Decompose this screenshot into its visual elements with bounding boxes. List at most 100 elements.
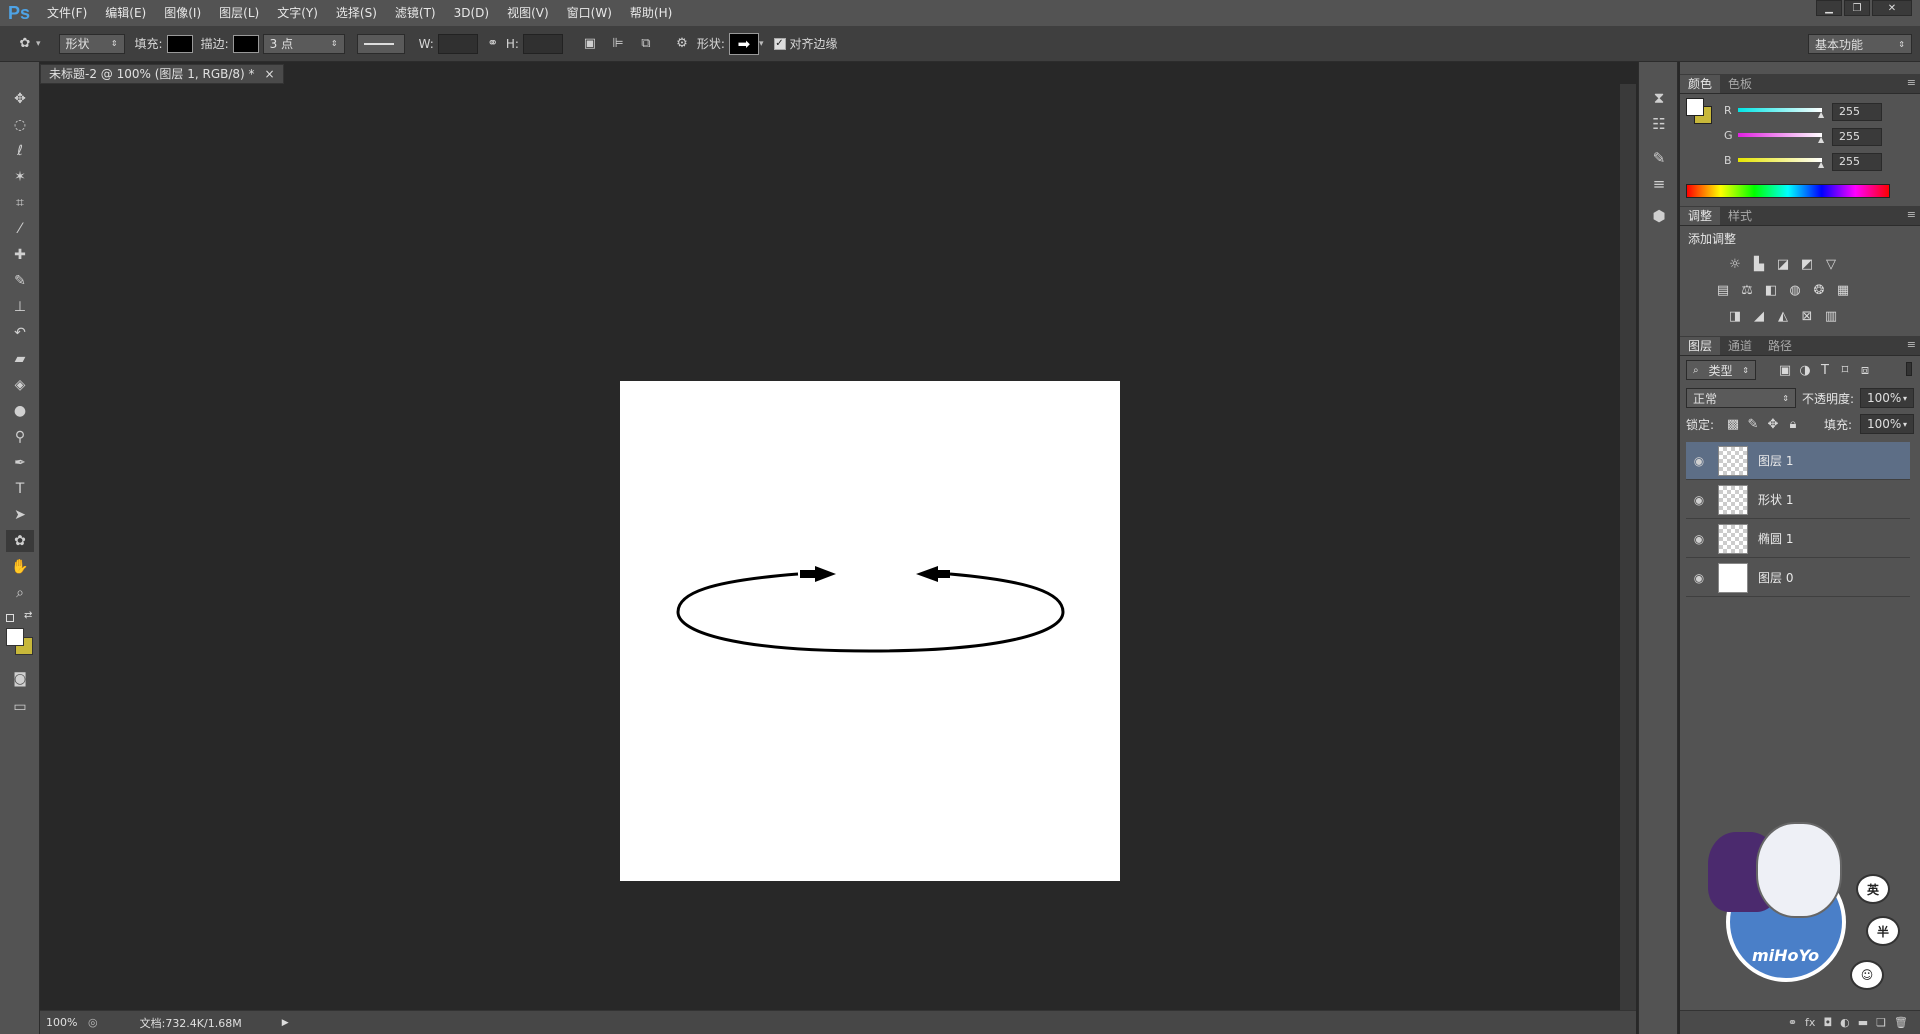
menu-edit[interactable]: 编辑(E) xyxy=(96,0,155,26)
levels-icon[interactable]: ▙ xyxy=(1750,256,1768,272)
menu-help[interactable]: 帮助(H) xyxy=(621,0,681,26)
shape-picker[interactable]: ➡ xyxy=(728,32,759,55)
filter-type-icon[interactable]: T xyxy=(1816,362,1834,378)
selective-color-icon[interactable]: ⊠ xyxy=(1798,308,1816,324)
vibrance-icon[interactable]: ▽ xyxy=(1822,256,1840,272)
tab-layers[interactable]: 图层 xyxy=(1680,337,1721,355)
properties-panel-icon[interactable]: ☷ xyxy=(1647,112,1671,136)
default-colors-icon[interactable] xyxy=(6,614,14,622)
filter-adjustment-icon[interactable]: ◑ xyxy=(1796,362,1814,378)
zoom-level[interactable]: 100% xyxy=(40,1016,84,1029)
lock-position-icon[interactable]: ✥ xyxy=(1764,416,1782,432)
filter-shape-icon[interactable]: ⌑ xyxy=(1836,362,1854,378)
stroke-type-dropdown[interactable] xyxy=(356,33,405,54)
menu-select[interactable]: 选择(S) xyxy=(327,0,386,26)
healing-brush-tool-icon[interactable]: ✚ xyxy=(6,244,34,266)
status-info-icon[interactable]: ◎ xyxy=(88,1016,98,1029)
swap-colors-icon[interactable]: ⇄ xyxy=(24,610,32,621)
close-button[interactable]: ✕ xyxy=(1872,0,1912,16)
red-slider-handle-icon[interactable]: ▲ xyxy=(1818,110,1824,119)
type-tool-icon[interactable]: T xyxy=(6,478,34,500)
tab-channels[interactable]: 通道 xyxy=(1720,337,1760,355)
new-layer-icon[interactable]: ❏ xyxy=(1876,1016,1886,1029)
layer-filter-dropdown[interactable]: ⌕ 类型 ⇕ xyxy=(1686,360,1756,380)
history-panel-icon[interactable]: ⧗ xyxy=(1647,86,1671,110)
path-alignment-icon[interactable]: ⊫ xyxy=(609,35,627,53)
layer-row[interactable]: ◉ 图层 1 xyxy=(1686,442,1910,480)
link-icon[interactable]: ⚭ xyxy=(484,35,502,53)
visibility-eye-icon[interactable]: ◉ xyxy=(1686,493,1712,507)
color-spectrum-bar[interactable] xyxy=(1686,184,1890,198)
visibility-eye-icon[interactable]: ◉ xyxy=(1686,532,1712,546)
path-operations-icon[interactable]: ▣ xyxy=(581,35,599,53)
workspace-dropdown[interactable]: 基本功能 ⇕ xyxy=(1808,34,1912,54)
tab-color[interactable]: 颜色 xyxy=(1680,75,1721,93)
blur-tool-icon[interactable]: ● xyxy=(6,400,34,422)
brush-presets-icon[interactable]: ≡ xyxy=(1647,172,1671,196)
dodge-tool-icon[interactable]: ⚲ xyxy=(6,426,34,448)
width-input[interactable] xyxy=(437,33,478,54)
layer-style-fx-icon[interactable]: fx xyxy=(1805,1016,1815,1029)
panel-menu-icon[interactable]: ≡ xyxy=(1907,76,1916,89)
tab-paths[interactable]: 路径 xyxy=(1760,337,1800,355)
layer-row[interactable]: ◉ 图层 0 xyxy=(1686,559,1910,597)
tab-swatches[interactable]: 色板 xyxy=(1720,75,1760,93)
tab-adjustments[interactable]: 调整 xyxy=(1680,207,1721,225)
3d-panel-icon[interactable]: ⬢ xyxy=(1647,204,1671,228)
quick-mask-icon[interactable]: ◙ xyxy=(6,668,34,690)
threshold-icon[interactable]: ◭ xyxy=(1774,308,1792,324)
visibility-eye-icon[interactable]: ◉ xyxy=(1686,454,1712,468)
menu-filter[interactable]: 滤镜(T) xyxy=(386,0,445,26)
foreground-color-chip[interactable] xyxy=(1686,98,1704,116)
path-arrangement-icon[interactable]: ⧉ xyxy=(637,35,655,53)
delete-layer-icon[interactable]: 🗑︎ xyxy=(1894,1016,1908,1029)
tool-preset-chevron-icon[interactable]: ▾ xyxy=(36,39,41,49)
color-balance-icon[interactable]: ⚖ xyxy=(1738,282,1756,298)
paint-bucket-tool-icon[interactable]: ◈ xyxy=(6,374,34,396)
blue-slider-handle-icon[interactable]: ▲ xyxy=(1818,160,1824,169)
lasso-tool-icon[interactable]: ℓ xyxy=(6,140,34,162)
layer-row[interactable]: ◉ 形状 1 xyxy=(1686,481,1910,519)
filter-pixel-icon[interactable]: ▣ xyxy=(1776,362,1794,378)
add-mask-icon[interactable]: ◘ xyxy=(1823,1016,1832,1029)
custom-shape-tool-icon[interactable]: ✿ xyxy=(6,530,34,552)
panel-menu-icon[interactable]: ≡ xyxy=(1907,208,1916,221)
lock-image-icon[interactable]: ✎ xyxy=(1744,416,1762,432)
new-adjustment-icon[interactable]: ◐ xyxy=(1840,1016,1850,1029)
mode-dropdown[interactable]: 形状 ⇕ xyxy=(58,33,125,54)
shape-picker-chevron-icon[interactable]: ▾ xyxy=(759,39,764,49)
channel-mixer-icon[interactable]: ❂ xyxy=(1810,282,1828,298)
zoom-tool-icon[interactable]: ⌕ xyxy=(6,582,34,604)
gear-icon[interactable]: ⚙ xyxy=(673,35,691,53)
stroke-swatch[interactable] xyxy=(232,34,259,53)
blue-slider[interactable] xyxy=(1738,158,1822,162)
exposure-icon[interactable]: ◩ xyxy=(1798,256,1816,272)
visibility-eye-icon[interactable]: ◉ xyxy=(1686,571,1712,585)
lock-transparent-icon[interactable]: ▩ xyxy=(1724,416,1742,432)
invert-icon[interactable]: ◨ xyxy=(1726,308,1744,324)
menu-image[interactable]: 图像(I) xyxy=(155,0,210,26)
link-layers-icon[interactable]: ⚭ xyxy=(1788,1016,1797,1029)
fill-swatch[interactable] xyxy=(166,34,193,53)
opacity-field[interactable]: 100% ▾ xyxy=(1860,388,1914,408)
color-lookup-icon[interactable]: ▦ xyxy=(1834,282,1852,298)
red-value[interactable]: 255 xyxy=(1832,103,1882,121)
panel-menu-icon[interactable]: ≡ xyxy=(1907,338,1916,351)
curves-icon[interactable]: ◪ xyxy=(1774,256,1792,272)
restore-button[interactable]: ❐ xyxy=(1844,0,1870,16)
menu-window[interactable]: 窗口(W) xyxy=(558,0,621,26)
red-slider[interactable] xyxy=(1738,108,1822,112)
new-group-icon[interactable]: ▬ xyxy=(1858,1016,1868,1029)
filter-toggle[interactable] xyxy=(1906,362,1912,376)
status-menu-arrow-icon[interactable]: ▶ xyxy=(282,1018,289,1028)
green-slider[interactable] xyxy=(1738,133,1822,137)
custom-shape-tool-icon[interactable]: ✿ xyxy=(16,35,34,53)
black-white-icon[interactable]: ◧ xyxy=(1762,282,1780,298)
history-brush-tool-icon[interactable]: ↶ xyxy=(6,322,34,344)
hand-tool-icon[interactable]: ✋ xyxy=(6,556,34,578)
align-edges-checkbox[interactable]: ✓ xyxy=(773,37,786,50)
path-selection-tool-icon[interactable]: ➤ xyxy=(6,504,34,526)
clone-stamp-tool-icon[interactable]: ⊥ xyxy=(6,296,34,318)
foreground-color-swatch[interactable] xyxy=(6,628,24,646)
photo-filter-icon[interactable]: ◍ xyxy=(1786,282,1804,298)
